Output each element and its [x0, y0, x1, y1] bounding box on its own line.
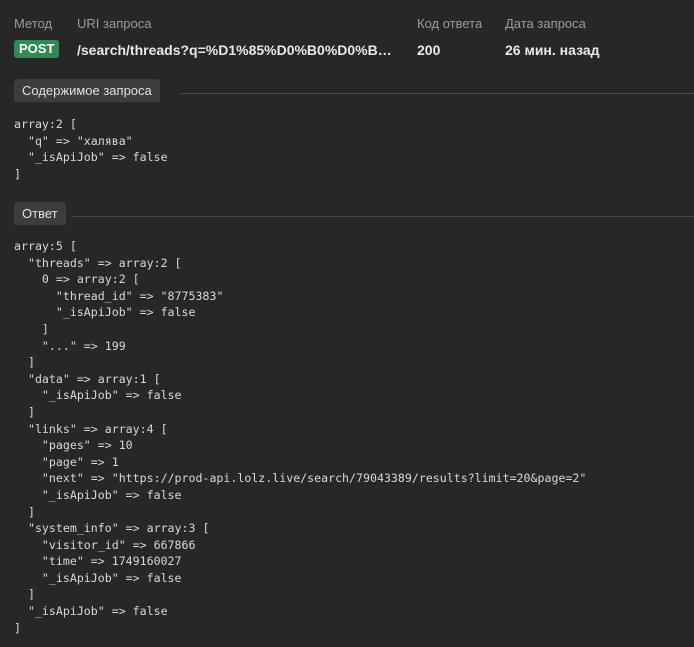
- section-divider: [179, 93, 694, 94]
- request-body-section-header: Содержимое запроса: [14, 79, 694, 103]
- uri-column-label: URI запроса: [77, 16, 152, 31]
- response-section-header: Ответ: [14, 202, 694, 226]
- section-divider: [71, 216, 694, 217]
- request-body-dump: array:2 [ "q" => "халява" "_isApiJob" =>…: [14, 117, 168, 181]
- response-body-dump: array:5 [ "threads" => array:2 [ 0 => ar…: [14, 239, 587, 635]
- method-column-label: Метод: [14, 16, 53, 31]
- request-meta-header: Метод URI запроса Код ответа Дата запрос…: [14, 16, 694, 34]
- response-title: Ответ: [14, 202, 66, 225]
- request-meta-values: POST /search/threads?q=%D1%85%D0%B0%D0%B…: [14, 40, 694, 60]
- response-code-column-label: Код ответа: [417, 16, 483, 31]
- request-body-title: Содержимое запроса: [14, 79, 160, 102]
- request-date: 26 мин. назад: [505, 42, 600, 58]
- request-date-column-label: Дата запроса: [505, 16, 586, 31]
- method-badge: POST: [14, 40, 60, 58]
- request-uri: /search/threads?q=%D1%85%D0%B0%D0%BB%D1%…: [77, 42, 395, 58]
- response-code: 200: [417, 42, 441, 58]
